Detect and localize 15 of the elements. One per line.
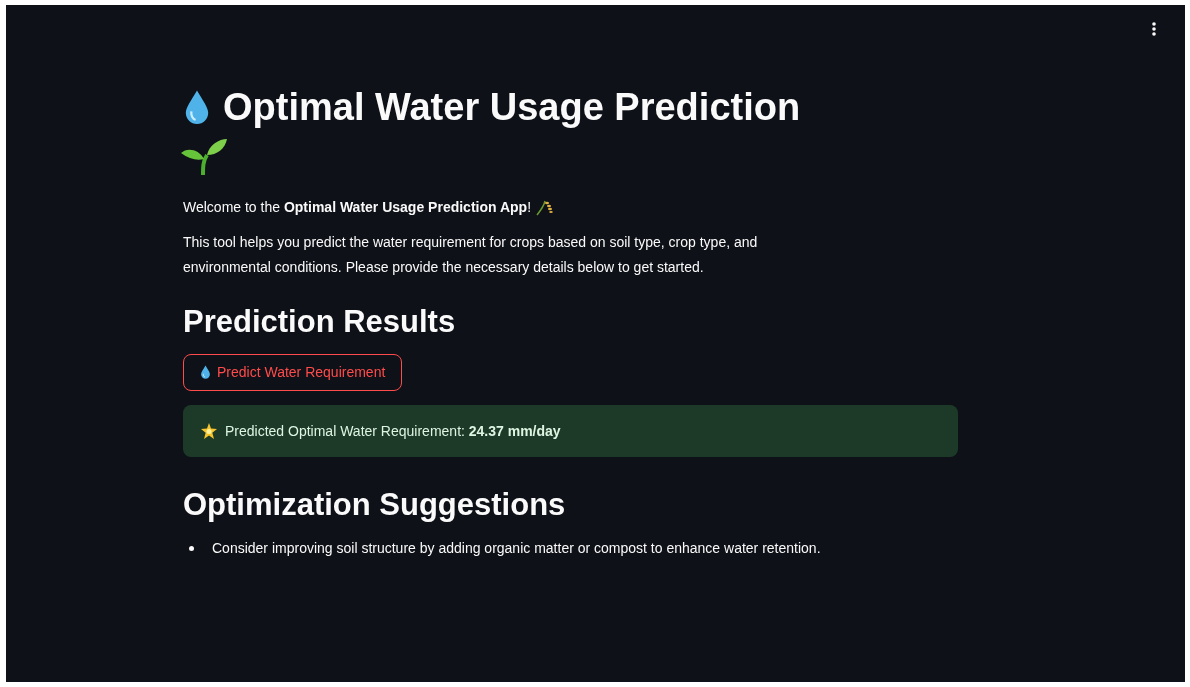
description-text: This tool helps you predict the water requirement for crops based on soil type, crop type, and environmental conditions. Please provide the necessary details below to get started.: [183, 233, 759, 277]
droplet-icon: [183, 88, 211, 126]
rice-icon: [535, 199, 554, 216]
section-heading: Prediction Results: [183, 303, 457, 341]
droplet-icon: [200, 365, 211, 380]
section-heading: Optimization Suggestions: [183, 486, 567, 524]
page-title: Optimal Water Usage Prediction: [223, 85, 801, 130]
suggestion-text: Consider improving soil structure by adding organic matter or compost to enhance water retention.: [212, 539, 821, 558]
predict-button[interactable]: Predict Water Requirement: [183, 354, 403, 391]
star-icon: [201, 423, 217, 439]
menu-icon[interactable]: [1151, 21, 1157, 37]
welcome-text: Welcome to the Optimal Water Usage Prediction App!: [183, 198, 532, 217]
bullet-icon: [189, 545, 194, 551]
sprout-icon: [179, 137, 229, 177]
result-text: Predicted Optimal Water Requirement: 24.37 mm/day: [225, 421, 561, 441]
